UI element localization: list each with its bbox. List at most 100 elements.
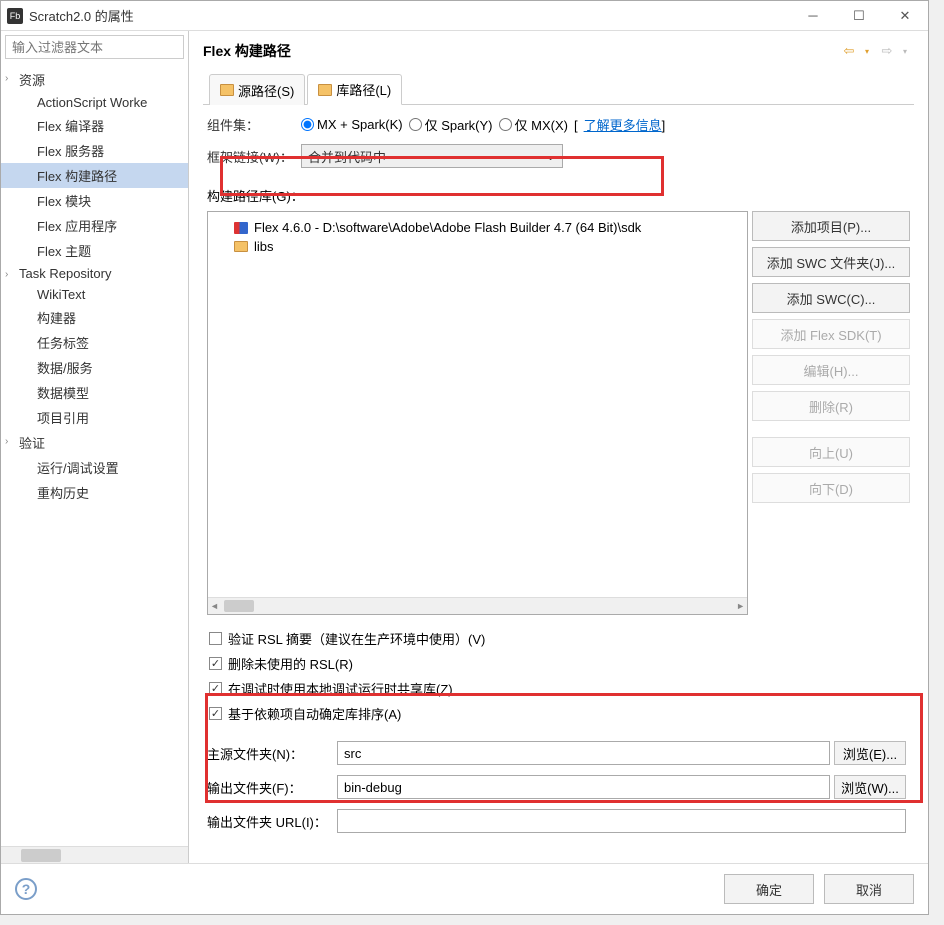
sidebar-item[interactable]: Flex 编译器 bbox=[1, 113, 188, 138]
sidebar-item-label: 构建器 bbox=[37, 311, 76, 326]
chk-local-debug-rsl[interactable]: ✓在调试时使用本地调试运行时共享库(Z) bbox=[207, 679, 910, 698]
sidebar-item-label: ActionScript Worke bbox=[37, 95, 147, 110]
chk-remove-rsl[interactable]: ✓删除未使用的 RSL(R) bbox=[207, 654, 910, 673]
caret-icon: › bbox=[5, 436, 8, 447]
sidebar-item[interactable]: 任务标签 bbox=[1, 330, 188, 355]
footer: ? 确定 取消 bbox=[1, 863, 928, 914]
frame-link-label: 框架链接(W)： bbox=[207, 147, 301, 166]
caret-icon: › bbox=[5, 73, 8, 84]
nav-fwd-dd[interactable]: ▾ bbox=[896, 42, 914, 60]
tab-label: 源路径(S) bbox=[238, 81, 294, 100]
properties-dialog: Fb Scratch2.0 的属性 ─ ☐ ✕ › 资源 ActionScript … bbox=[0, 0, 929, 915]
sidebar-item-label: 数据模型 bbox=[37, 386, 89, 401]
sidebar-item[interactable]: › 资源 bbox=[1, 67, 188, 92]
sidebar-item[interactable]: › 验证 bbox=[1, 430, 188, 455]
learn-more-link[interactable]: 了解更多信息 bbox=[584, 118, 662, 133]
sidebar-item-label: Flex 服务器 bbox=[37, 144, 104, 159]
main-src-folder-input[interactable] bbox=[337, 741, 830, 765]
add-swc-folder-button[interactable]: 添加 SWC 文件夹(J)... bbox=[752, 247, 910, 277]
sidebar-item-label: Flex 编译器 bbox=[37, 119, 104, 134]
sidebar-item[interactable]: Flex 服务器 bbox=[1, 138, 188, 163]
tab-label: 库路径(L) bbox=[336, 80, 391, 99]
checkbox-icon bbox=[209, 632, 222, 645]
browse-src-button[interactable]: 浏览(E)... bbox=[834, 741, 906, 765]
page-title: Flex 构建路径 bbox=[203, 41, 840, 61]
chk-auto-order[interactable]: ✓基于依赖项自动确定库排序(A) bbox=[207, 704, 910, 723]
radio-mx-spark[interactable]: MX + Spark(K) bbox=[301, 117, 403, 132]
sidebar-item[interactable]: WikiText bbox=[1, 284, 188, 305]
radio-spark-only[interactable]: 仅 Spark(Y) bbox=[409, 115, 493, 134]
caret-icon: › bbox=[5, 269, 8, 280]
content-panel: Flex 构建路径 ⇦▾ ⇨▾ 源路径(S) 库路径(L) 组件集： MX + … bbox=[189, 31, 928, 863]
component-set-label: 组件集： bbox=[207, 115, 301, 134]
folder-icon bbox=[234, 241, 248, 252]
chevron-down-icon: ⌄ bbox=[545, 148, 556, 164]
edit-button[interactable]: 编辑(H)... bbox=[752, 355, 910, 385]
sidebar-item[interactable]: ActionScript Worke bbox=[1, 92, 188, 113]
close-button[interactable]: ✕ bbox=[882, 1, 928, 31]
sidebar-item-label: WikiText bbox=[37, 287, 85, 302]
sidebar-item-label: 数据/服务 bbox=[37, 361, 93, 376]
book-icon bbox=[234, 222, 248, 234]
sidebar-item-label: Flex 模块 bbox=[37, 194, 91, 209]
ok-button[interactable]: 确定 bbox=[724, 874, 814, 904]
sidebar-item[interactable]: Flex 构建路径 bbox=[1, 163, 188, 188]
sidebar-item-label: 任务标签 bbox=[37, 336, 89, 351]
delete-button[interactable]: 删除(R) bbox=[752, 391, 910, 421]
checkbox-icon: ✓ bbox=[209, 657, 222, 670]
tabs: 源路径(S) 库路径(L) bbox=[203, 73, 914, 105]
nav-fwd-button[interactable]: ⇨ bbox=[878, 42, 896, 60]
sidebar-item-label: 运行/调试设置 bbox=[37, 461, 119, 476]
library-item-sdk[interactable]: Flex 4.6.0 - D:\software\Adobe\Adobe Fla… bbox=[214, 218, 741, 237]
library-item-libs[interactable]: libs bbox=[214, 237, 741, 256]
sidebar-item[interactable]: 运行/调试设置 bbox=[1, 455, 188, 480]
lib-tree-hscroll[interactable] bbox=[208, 597, 747, 614]
sidebar-item[interactable]: Flex 应用程序 bbox=[1, 213, 188, 238]
maximize-button[interactable]: ☐ bbox=[836, 1, 882, 31]
sidebar-hscroll[interactable] bbox=[1, 846, 188, 863]
titlebar: Fb Scratch2.0 的属性 ─ ☐ ✕ bbox=[1, 1, 928, 31]
sidebar-item[interactable]: 构建器 bbox=[1, 305, 188, 330]
sidebar-item[interactable]: 重构历史 bbox=[1, 480, 188, 505]
component-set-row: 组件集： MX + Spark(K) 仅 Spark(Y) 仅 MX(X) [了… bbox=[207, 115, 910, 134]
sidebar-item[interactable]: Flex 模块 bbox=[1, 188, 188, 213]
library-tree[interactable]: Flex 4.6.0 - D:\software\Adobe\Adobe Fla… bbox=[207, 211, 748, 615]
tab-lib-path[interactable]: 库路径(L) bbox=[307, 74, 402, 105]
sidebar-item-label: 验证 bbox=[19, 436, 45, 451]
output-url-input[interactable] bbox=[337, 809, 906, 833]
sidebar-item[interactable]: 数据模型 bbox=[1, 380, 188, 405]
fb-icon: Fb bbox=[7, 8, 23, 24]
checkbox-icon: ✓ bbox=[209, 707, 222, 720]
main-src-folder-label: 主源文件夹(N)： bbox=[207, 744, 337, 763]
filter-input[interactable] bbox=[5, 35, 184, 59]
output-folder-input[interactable] bbox=[337, 775, 830, 799]
radio-mx-only[interactable]: 仅 MX(X) bbox=[499, 115, 568, 134]
sidebar: › 资源 ActionScript Worke Flex 编译器 Flex 服务器 Fle… bbox=[1, 31, 189, 863]
help-icon[interactable]: ? bbox=[15, 878, 37, 900]
sidebar-item-label: 重构历史 bbox=[37, 486, 89, 501]
sidebar-tree: › 资源 ActionScript Worke Flex 编译器 Flex 服务器 Fle… bbox=[1, 63, 188, 846]
tab-source-path[interactable]: 源路径(S) bbox=[209, 74, 305, 105]
sidebar-item-label: Flex 应用程序 bbox=[37, 219, 117, 234]
move-up-button[interactable]: 向上(U) bbox=[752, 437, 910, 467]
sidebar-item-label: 资源 bbox=[19, 73, 45, 88]
browse-output-button[interactable]: 浏览(W)... bbox=[834, 775, 906, 799]
sidebar-item[interactable]: 数据/服务 bbox=[1, 355, 188, 380]
window-title: Scratch2.0 的属性 bbox=[29, 6, 790, 25]
nav-back-dd[interactable]: ▾ bbox=[858, 42, 876, 60]
nav-back-button[interactable]: ⇦ bbox=[840, 42, 858, 60]
sidebar-item[interactable]: 项目引用 bbox=[1, 405, 188, 430]
chk-validate-rsl[interactable]: 验证 RSL 摘要（建议在生产环境中使用）(V) bbox=[207, 629, 910, 648]
add-flex-sdk-button[interactable]: 添加 Flex SDK(T) bbox=[752, 319, 910, 349]
checkbox-icon: ✓ bbox=[209, 682, 222, 695]
sidebar-item[interactable]: Flex 主题 bbox=[1, 238, 188, 263]
sidebar-item-label: Flex 构建路径 bbox=[37, 169, 117, 184]
add-swc-button[interactable]: 添加 SWC(C)... bbox=[752, 283, 910, 313]
build-path-label: 构建路径库(G)： bbox=[207, 186, 910, 205]
move-down-button[interactable]: 向下(D) bbox=[752, 473, 910, 503]
sidebar-item[interactable]: ›Task Repository bbox=[1, 263, 188, 284]
cancel-button[interactable]: 取消 bbox=[824, 874, 914, 904]
add-project-button[interactable]: 添加项目(P)... bbox=[752, 211, 910, 241]
frame-link-select[interactable]: 合并到代码中 ⌄ bbox=[301, 144, 563, 168]
minimize-button[interactable]: ─ bbox=[790, 1, 836, 31]
